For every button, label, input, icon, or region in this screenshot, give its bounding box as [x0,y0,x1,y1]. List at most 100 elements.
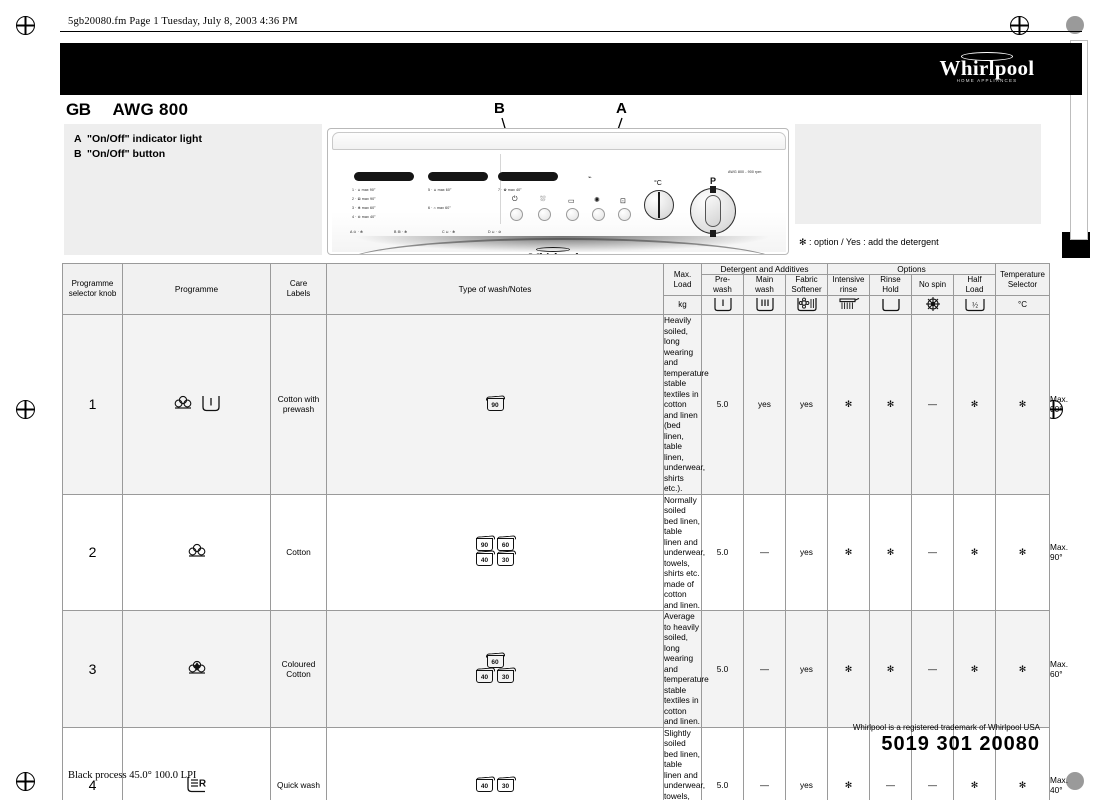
not-applicable-dash: — [928,780,937,791]
half-load-icon: ½ [964,298,985,311]
cell-knob-position: 1 [62,314,123,495]
drawer-text-7: 7 · ✿ max 40° [498,188,522,192]
option-star-icon: ✻ [844,547,853,558]
cell-intensive-rinse: ✻ [869,493,912,611]
prewash-tub-icon [713,297,732,311]
note-line: Average to heavily soiled, long wearing … [664,611,709,726]
cell-prewash: yes [743,314,786,495]
registration-mark-top-right [1010,16,1029,35]
rinse-hold-icon: ▭ [568,198,575,205]
programme-dial-label: P [710,176,717,186]
option-button-3[interactable] [566,208,579,221]
page-canvas: 5gb20080.fm Page 1 Tuesday, July 8, 2003… [0,0,1096,800]
press-process-slug: Black process 45.0° 100.0 LPI [68,770,197,781]
cell-programme-symbols [122,314,271,495]
th-care: Care Labels [270,263,327,315]
cell-notes: Normally soiled bed linen, table linen a… [663,493,705,611]
slug-rule [60,31,1082,32]
drawer-pill-1 [354,172,414,181]
table-row: 1 Cotton with prewash 90 Heavily soiled, lo… [62,314,1068,495]
drawer-pill-3 [498,172,558,181]
th-halfload-line2: Load [965,285,984,294]
logo-ellipse-icon [961,52,1013,61]
care-label-group: 40 30 [327,778,663,793]
cell-programme-symbols: R [122,726,271,800]
callout-key-b: B [74,148,82,160]
programme-chart-table: Programme selector knob Programme Care L… [62,263,1068,800]
programme-dial-knob[interactable] [705,195,721,227]
th-rinsehold-icon [869,295,912,315]
th-programme: Programme [122,263,271,315]
prewash-tub-icon [201,396,220,412]
drawer-text-4: 4 · ⊜ max 40° [352,215,376,219]
cell-programme-name: Coloured Cotton [270,610,327,728]
th-prewash-icon [701,295,744,315]
pointer-label-a: A [616,100,627,117]
option-star-icon: ✻ [970,780,979,791]
cell-max-load: 5.0 [701,493,744,611]
programme-dial-pointer-top [710,186,716,193]
power-button-icon: ⏻ [512,196,518,203]
model-name: AWG 800 [112,100,189,119]
cell-main-wash: yes [785,610,828,728]
corner-dot-bottom-right [1066,772,1084,790]
cell-rinse-hold: — [911,493,954,611]
cell-programme-name: Cotton with prewash [270,314,327,495]
not-applicable-dash: — [760,780,769,791]
country-code: GB [66,100,91,119]
cell-half-load: ✻ [995,493,1051,611]
cell-no-spin: ✻ [952,493,997,611]
cell-notes: Average to heavily soiled, long wearing … [663,610,709,728]
drawer-text-b: B ⊞ · ✻ [394,230,408,234]
th-options-group: Options [826,263,997,275]
cell-rinse-hold: — [911,610,954,728]
care-label-row: 40 30 [327,552,663,567]
cell-half-load: ✻ [995,314,1051,495]
th-softener: Fabric Softener [785,274,828,296]
th-halfload-icon: ½ [952,295,997,315]
panel-model-micro: AWG 800 - 900 rpm [728,170,762,174]
th-temperature-group: Temperature Selector [995,263,1051,296]
cell-fabric-softener: ✻ [827,493,870,611]
temperature-dial-label: °C [654,180,662,187]
care-label-group: 90 [327,397,663,412]
legend-note: ✻ : option / Yes : add the detergent [799,237,939,247]
care-label-group: 60 40 30 [327,654,663,684]
option-button-4[interactable] [592,208,605,221]
cell-programme-name: Quick wash [270,726,327,800]
option-button-5[interactable] [618,208,631,221]
not-applicable-dash: — [886,780,895,791]
registration-mark-top-left [16,16,35,35]
care-label-wash-tub-40: 40 [476,553,493,567]
table-row: 3 Coloured Cotton 60 40 30 Average to heavily… [62,610,1068,728]
cell-no-spin: ✻ [952,314,997,495]
drawer-text-a: A ⊙ · ✻ [350,230,364,234]
svg-text:½: ½ [972,300,978,309]
logo-tagline: HOME APPLIANCES [956,78,1018,83]
th-care-line1: Care [289,279,308,288]
care-label-row: 40 30 [327,669,663,684]
th-intensive-icon [827,295,870,315]
table-row: 2 Cotton 90 60 40 30 Normally soiled bed linen… [62,493,1068,611]
footer-trademark: Whirlpool is a registered trademark of W… [852,723,1040,732]
drawer-text-2: 2 · ⊠ max 90° [352,197,376,201]
th-knob-line1: Programme [71,279,114,288]
no-spin-icon: ✺ [594,197,600,204]
th-maxload-line1: Max. [673,269,692,279]
th-mainwash-icon [743,295,786,315]
cell-no-spin: ✻ [952,610,997,728]
option-button-1[interactable] [510,208,523,221]
th-prewash: Pre- wash [701,274,744,296]
cell-knob-position: 3 [62,610,123,728]
cell-knob-position: 2 [62,493,123,611]
th-nospin: No spin [911,274,954,296]
th-knob: Programme selector knob [62,263,123,315]
cell-main-wash: yes [785,726,828,800]
th-detergent-group: Detergent and Additives [701,263,828,275]
cell-half-load: ✻ [995,610,1051,728]
svg-text:R: R [198,779,206,790]
coloured-cotton-icon [188,660,205,674]
drawer-text-d: D ⊔ · ⊘ [488,230,502,234]
option-button-2[interactable] [538,208,551,221]
th-notes: Type of wash/Notes [326,263,664,315]
